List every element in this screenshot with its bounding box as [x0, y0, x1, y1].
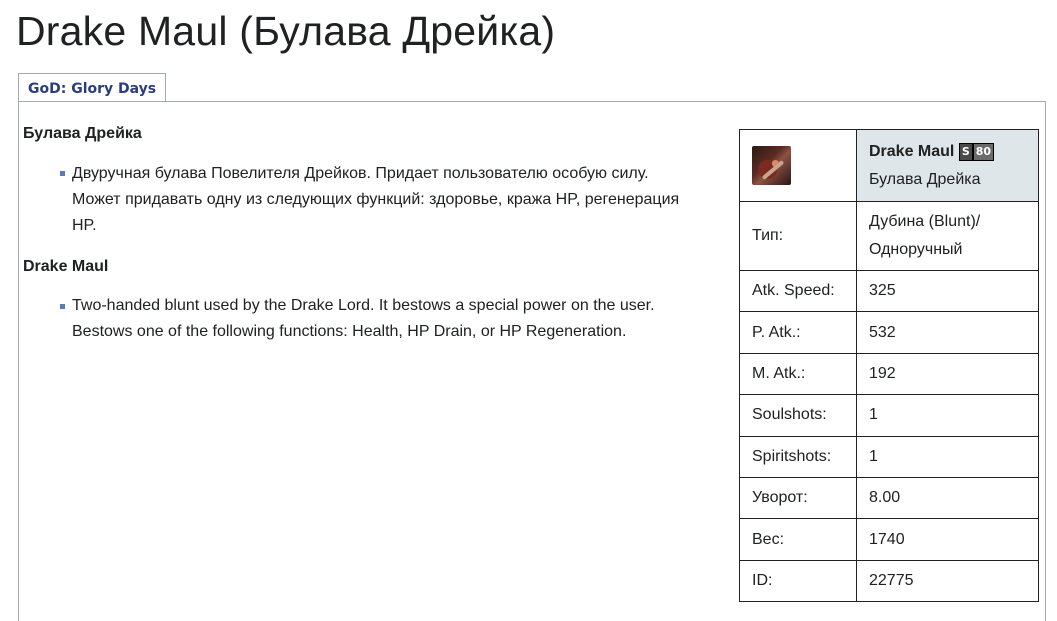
infobox-row-atk-speed: Atk. Speed: 325: [739, 269, 1039, 313]
item-name-ru: Булава Дрейка: [869, 170, 981, 188]
description-line-ru-2: Может придавать одну из следующих функци…: [72, 191, 680, 208]
infobox-title-cell: Drake Maul S 80 Булава Дрейка: [856, 129, 1039, 202]
description-line-ru-1: Двуручная булава Повелителя Дрейков. При…: [72, 165, 649, 182]
grade-level-icon: 80: [972, 142, 995, 161]
infobox-label: P. Atk.:: [739, 311, 857, 354]
infobox-value: 8.00: [856, 476, 1039, 520]
infobox-value: 22775: [856, 559, 1039, 603]
infobox-value: 325: [856, 269, 1039, 313]
infobox-header: Drake Maul S 80 Булава Дрейка: [739, 129, 1039, 202]
type-value-line-2: Одноручный: [869, 241, 963, 258]
description-line-ru-3: HP.: [72, 217, 97, 234]
infobox-label: M. Atk.:: [739, 352, 857, 396]
infobox-label: Тип:: [739, 201, 857, 271]
infobox-label: Soulshots:: [739, 394, 857, 437]
infobox-value: 192: [856, 352, 1039, 396]
item-name-en: Drake Maul: [869, 142, 955, 160]
bullet-icon: [60, 171, 65, 176]
grade-s-icon: S: [958, 142, 973, 161]
infobox-value: 1: [856, 435, 1039, 478]
description-line-en-1: Two-handed blunt used by the Drake Lord.…: [72, 297, 655, 314]
tab-god-glory-days[interactable]: GoD: Glory Days: [18, 73, 167, 101]
drake-maul-item-icon: [752, 146, 791, 185]
infobox-row-m-atk: M. Atk.: 192: [739, 352, 1039, 396]
infobox-label: Вес:: [739, 518, 857, 561]
infobox-row-type: Тип: Дубина (Blunt)/ Одноручный: [739, 201, 1039, 271]
infobox-row-spiritshots: Spiritshots: 1: [739, 435, 1039, 478]
infobox-label: Atk. Speed:: [739, 269, 857, 313]
infobox-value: 1: [856, 394, 1039, 437]
infobox-label: ID:: [739, 559, 857, 603]
infobox-row-weight: Вес: 1740: [739, 518, 1039, 561]
infobox-label: Уворот:: [739, 476, 857, 520]
bullet-icon: [60, 304, 65, 309]
infobox-row-id: ID: 22775: [739, 559, 1039, 603]
item-infobox: Drake Maul S 80 Булава Дрейка Тип: Дубина…: [739, 129, 1039, 603]
infobox-value: 1740: [856, 518, 1039, 561]
infobox-row-soulshots: Soulshots: 1: [739, 394, 1039, 437]
description-heading-en: Drake Maul: [23, 258, 109, 275]
infobox-value: 532: [856, 311, 1039, 354]
infobox-row-evasion: Уворот: 8.00: [739, 476, 1039, 520]
infobox-icon-cell: [739, 129, 857, 202]
infobox-value: Дубина (Blunt)/ Одноручный: [856, 201, 1039, 271]
page-title: Drake Maul (Булава Дрейка): [16, 8, 556, 54]
infobox-label: Spiritshots:: [739, 435, 857, 478]
infobox-row-p-atk: P. Atk.: 532: [739, 311, 1039, 354]
type-value-line-1: Дубина (Blunt)/: [869, 213, 981, 230]
description-line-en-2: Bestows one of the following functions: …: [72, 323, 627, 340]
description-heading-ru: Булава Дрейка: [23, 125, 142, 142]
